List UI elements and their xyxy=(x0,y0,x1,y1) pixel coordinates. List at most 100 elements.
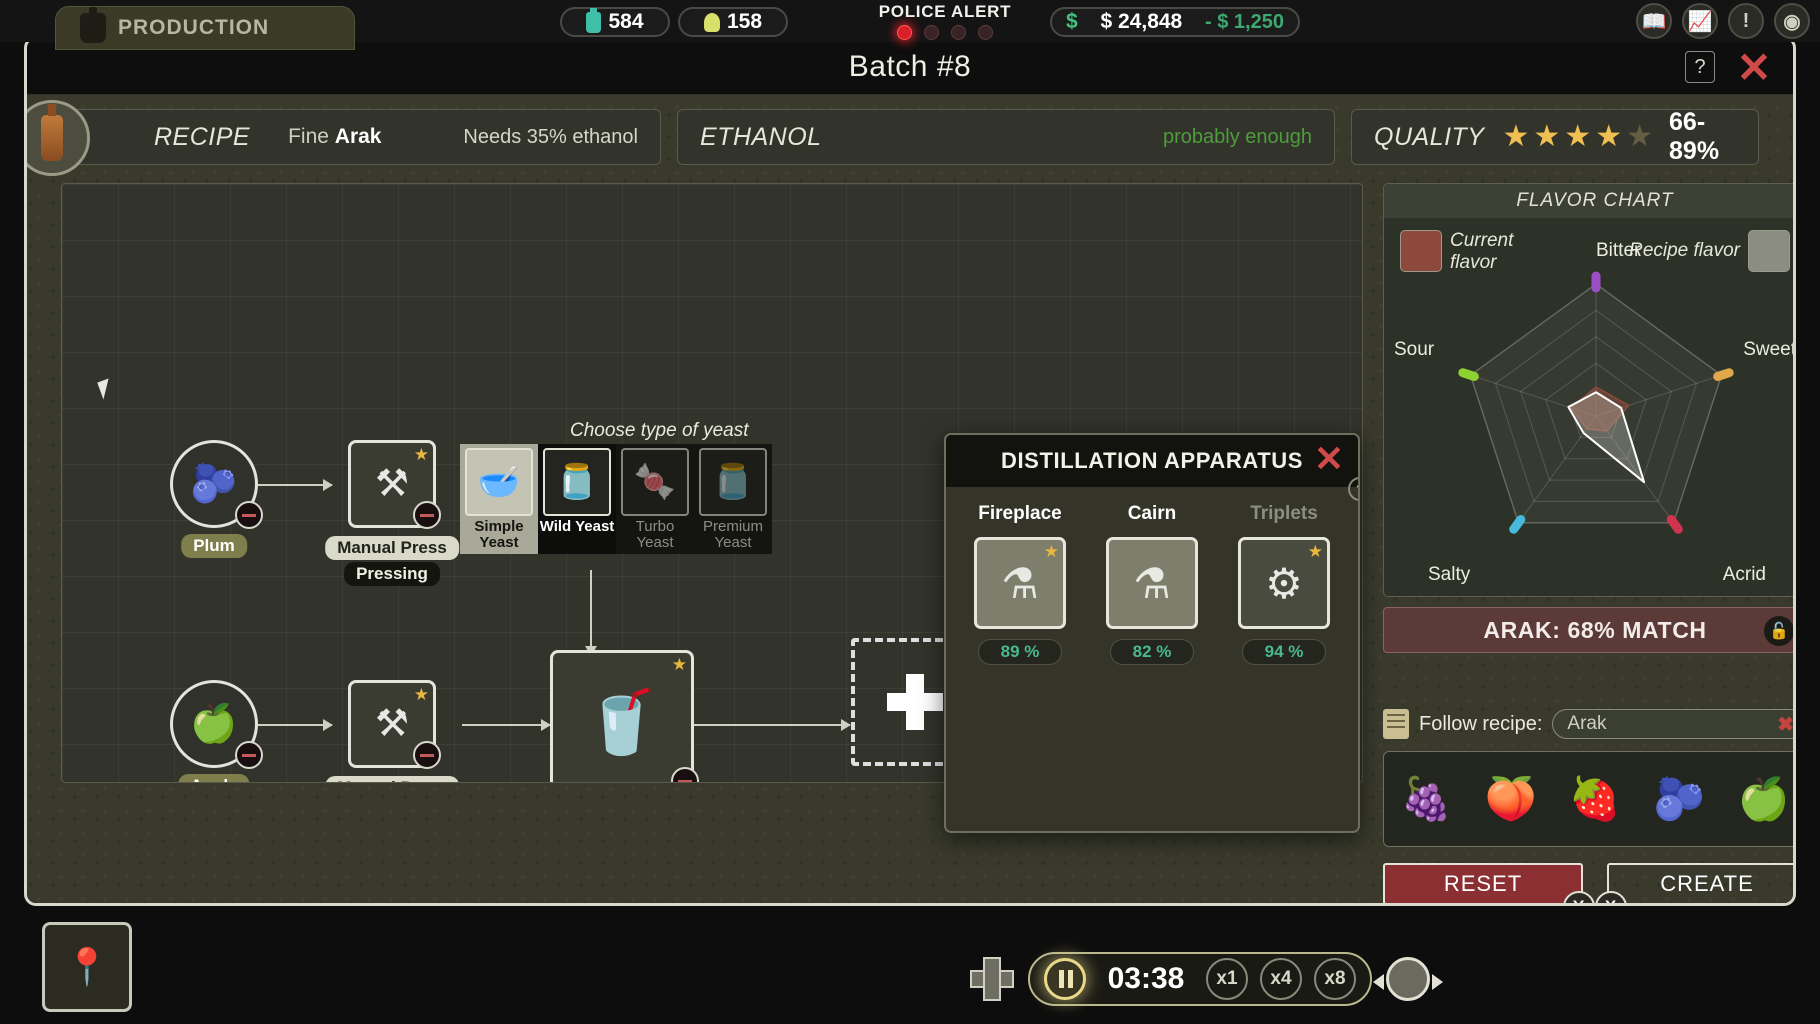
press-stage-plum: Pressing xyxy=(344,562,440,586)
create-button[interactable]: CREATE X xyxy=(1595,863,1793,903)
research-counter[interactable]: 158 xyxy=(678,7,788,37)
apple-fruit-icon: 🍏 xyxy=(190,703,238,745)
quality-box: QUALITY ★ ★ ★ ★ ★ 66-89% xyxy=(1351,108,1759,165)
police-dot-2 xyxy=(924,25,939,40)
distillation-name-triplets: Triplets xyxy=(1250,503,1318,524)
bottle-icon xyxy=(80,7,106,43)
distillation-percent-cairn: 82 % xyxy=(1110,639,1194,665)
clear-icon[interactable]: ✖ xyxy=(1777,712,1793,737)
distillation-apparatus-modal: DISTILLATION APPARATUS ✕ ? Fireplace ⚗ ★… xyxy=(944,433,1360,833)
distillation-option-fireplace[interactable]: Fireplace ⚗ ★ 89 % xyxy=(958,503,1082,665)
remove-button[interactable] xyxy=(413,741,441,769)
production-tab-label: PRODUCTION xyxy=(118,16,270,39)
bottle-count: 584 xyxy=(608,10,644,33)
page-title: Batch #8 xyxy=(848,49,972,83)
axis-label-sour: Sour xyxy=(1394,339,1435,360)
chart-icon[interactable]: 📈 xyxy=(1682,3,1718,39)
close-icon[interactable]: ✕ xyxy=(1314,441,1344,477)
book-icon[interactable]: 📖 xyxy=(1636,3,1672,39)
yeast-option-turbo[interactable]: 🍬 Turbo Yeast xyxy=(616,444,694,554)
distillation-option-triplets[interactable]: Triplets ⚙ ★ 94 % xyxy=(1222,503,1346,665)
edge-press-fermenter xyxy=(462,719,551,731)
premium-yeast-icon: 🫙 xyxy=(699,448,767,516)
simple-yeast-icon: 🥣 xyxy=(465,448,533,516)
lightbulb-icon xyxy=(703,12,720,32)
quality-range: 66-89% xyxy=(1669,108,1720,165)
bottle-counter[interactable]: 584 xyxy=(560,7,670,37)
distillation-name-cairn: Cairn xyxy=(1127,503,1177,524)
press-node-apple[interactable]: ⚒ ★ xyxy=(348,680,441,769)
distillation-option-cairn[interactable]: Cairn ⚗ 82 % xyxy=(1090,503,1214,665)
ingredient-node-apple[interactable]: 🍏 xyxy=(170,680,263,769)
tray-fruit-grapes[interactable]: 🍇 xyxy=(1400,775,1452,824)
unlock-icon[interactable]: 🔓 xyxy=(1764,616,1793,646)
map-button[interactable]: 📍 xyxy=(42,922,132,1012)
yeast-label-turbo: Turbo Yeast xyxy=(635,518,675,551)
fireplace-still-icon: ⚗ ★ xyxy=(974,537,1066,629)
yeast-prompt: Choose type of yeast xyxy=(570,420,749,441)
yeast-label-wild: Wild Yeast xyxy=(539,518,615,535)
ingredient-node-plum[interactable]: 🫐 xyxy=(170,440,263,529)
tray-fruit-apple[interactable]: 🍏 xyxy=(1738,775,1790,824)
speed-x1-button[interactable]: x1 xyxy=(1206,958,1248,1000)
ethanol-box[interactable]: ETHANOL probably enough xyxy=(677,109,1335,165)
info-row: RECIPE Fine Arak Needs 35% ethanol ETHAN… xyxy=(27,100,1759,176)
tray-fruit-plum[interactable]: 🫐 xyxy=(1653,775,1705,824)
remove-button[interactable] xyxy=(235,741,263,769)
fermenter-node[interactable]: 🥤 ★ xyxy=(550,650,699,782)
star-icon: ★ xyxy=(1307,542,1323,561)
reset-button[interactable]: RESET Y xyxy=(1383,863,1595,903)
quality-stars: ★ ★ ★ ★ ★ xyxy=(1502,122,1653,152)
tray-fruit-peach[interactable]: 🍑 xyxy=(1484,775,1536,824)
recipe-box[interactable]: RECIPE Fine Arak Needs 35% ethanol xyxy=(27,100,661,176)
nav-knob[interactable] xyxy=(1373,957,1443,1001)
time-pill: 03:38 x1 x4 x8 xyxy=(1028,952,1372,1006)
star-icon: ★ xyxy=(1533,120,1561,153)
speed-x8-button[interactable]: x8 xyxy=(1314,958,1356,1000)
edge-plum-press xyxy=(258,479,333,491)
follow-recipe-label: Follow recipe: xyxy=(1419,712,1543,735)
quality-label: QUALITY xyxy=(1374,122,1485,151)
needs-ethanol-text: Needs 35% ethanol xyxy=(463,125,638,148)
wild-yeast-icon: 🫙 xyxy=(543,448,611,516)
follow-recipe-field[interactable]: Arak ✖ xyxy=(1552,709,1793,739)
yeast-option-premium[interactable]: 🫙 Premium Yeast xyxy=(694,444,772,554)
settings-icon[interactable]: ◉ xyxy=(1774,3,1810,39)
remove-button[interactable] xyxy=(413,501,441,529)
create-button-label: CREATE xyxy=(1660,871,1754,896)
edge-fermenter-distill xyxy=(694,719,851,731)
clock-display: 03:38 xyxy=(1107,962,1185,995)
remove-button[interactable] xyxy=(235,501,263,529)
money-counter[interactable]: $ $ 24,848 $ 24,848 - $ 1,250 xyxy=(1050,7,1300,37)
ingredient-label-plum: Plum xyxy=(181,534,247,558)
hud-icon-row: 📖 📈 ! ◉ xyxy=(1636,3,1810,39)
edge-apple-press xyxy=(258,719,333,731)
distillation-modal-header: DISTILLATION APPARATUS ✕ xyxy=(946,435,1358,487)
turbo-yeast-icon: 🍬 xyxy=(621,448,689,516)
yeast-selector[interactable]: 🥣 Simple Yeast 🫙 Wild Yeast 🍬 Turbo Yeas… xyxy=(460,444,772,554)
plum-fruit-icon: 🫐 xyxy=(190,463,238,505)
recipe-name: Fine Arak xyxy=(288,125,382,148)
yeast-option-simple[interactable]: 🥣 Simple Yeast xyxy=(460,444,538,554)
tray-fruit-berries[interactable]: 🍓 xyxy=(1569,775,1621,824)
pause-button[interactable] xyxy=(1044,958,1086,1000)
production-tab[interactable]: PRODUCTION xyxy=(55,6,355,50)
yeast-option-wild[interactable]: 🫙 Wild Yeast xyxy=(538,444,616,554)
recipe-bottle-icon xyxy=(27,100,90,176)
recipe-note-icon xyxy=(1383,709,1409,739)
follow-recipe-value: Arak xyxy=(1567,713,1607,734)
close-icon[interactable]: ✕ xyxy=(1733,47,1775,89)
dpad-icon[interactable] xyxy=(970,957,1014,1001)
press-label-apple: Manual Press xyxy=(325,776,459,782)
press-node-plum[interactable]: ⚒ ★ xyxy=(348,440,441,529)
alert-icon[interactable]: ! xyxy=(1728,3,1764,39)
yeast-label-premium: Premium Yeast xyxy=(702,518,763,551)
distillation-percent-triplets: 94 % xyxy=(1242,639,1326,665)
help-button[interactable]: ? xyxy=(1685,51,1715,83)
right-panel: FLAVOR CHART Current flavor Recipe flavo… xyxy=(1383,183,1793,903)
gears-icon: ⚙ ★ xyxy=(1238,537,1330,629)
flavor-chart-card: FLAVOR CHART Current flavor Recipe flavo… xyxy=(1383,183,1793,597)
speed-x4-button[interactable]: x4 xyxy=(1260,958,1302,1000)
recipe-fruit-tray: 🍇 🍑 🍓 🫐 🍏 xyxy=(1383,751,1793,847)
fermentation-tank-icon: 🥤 xyxy=(583,687,661,757)
